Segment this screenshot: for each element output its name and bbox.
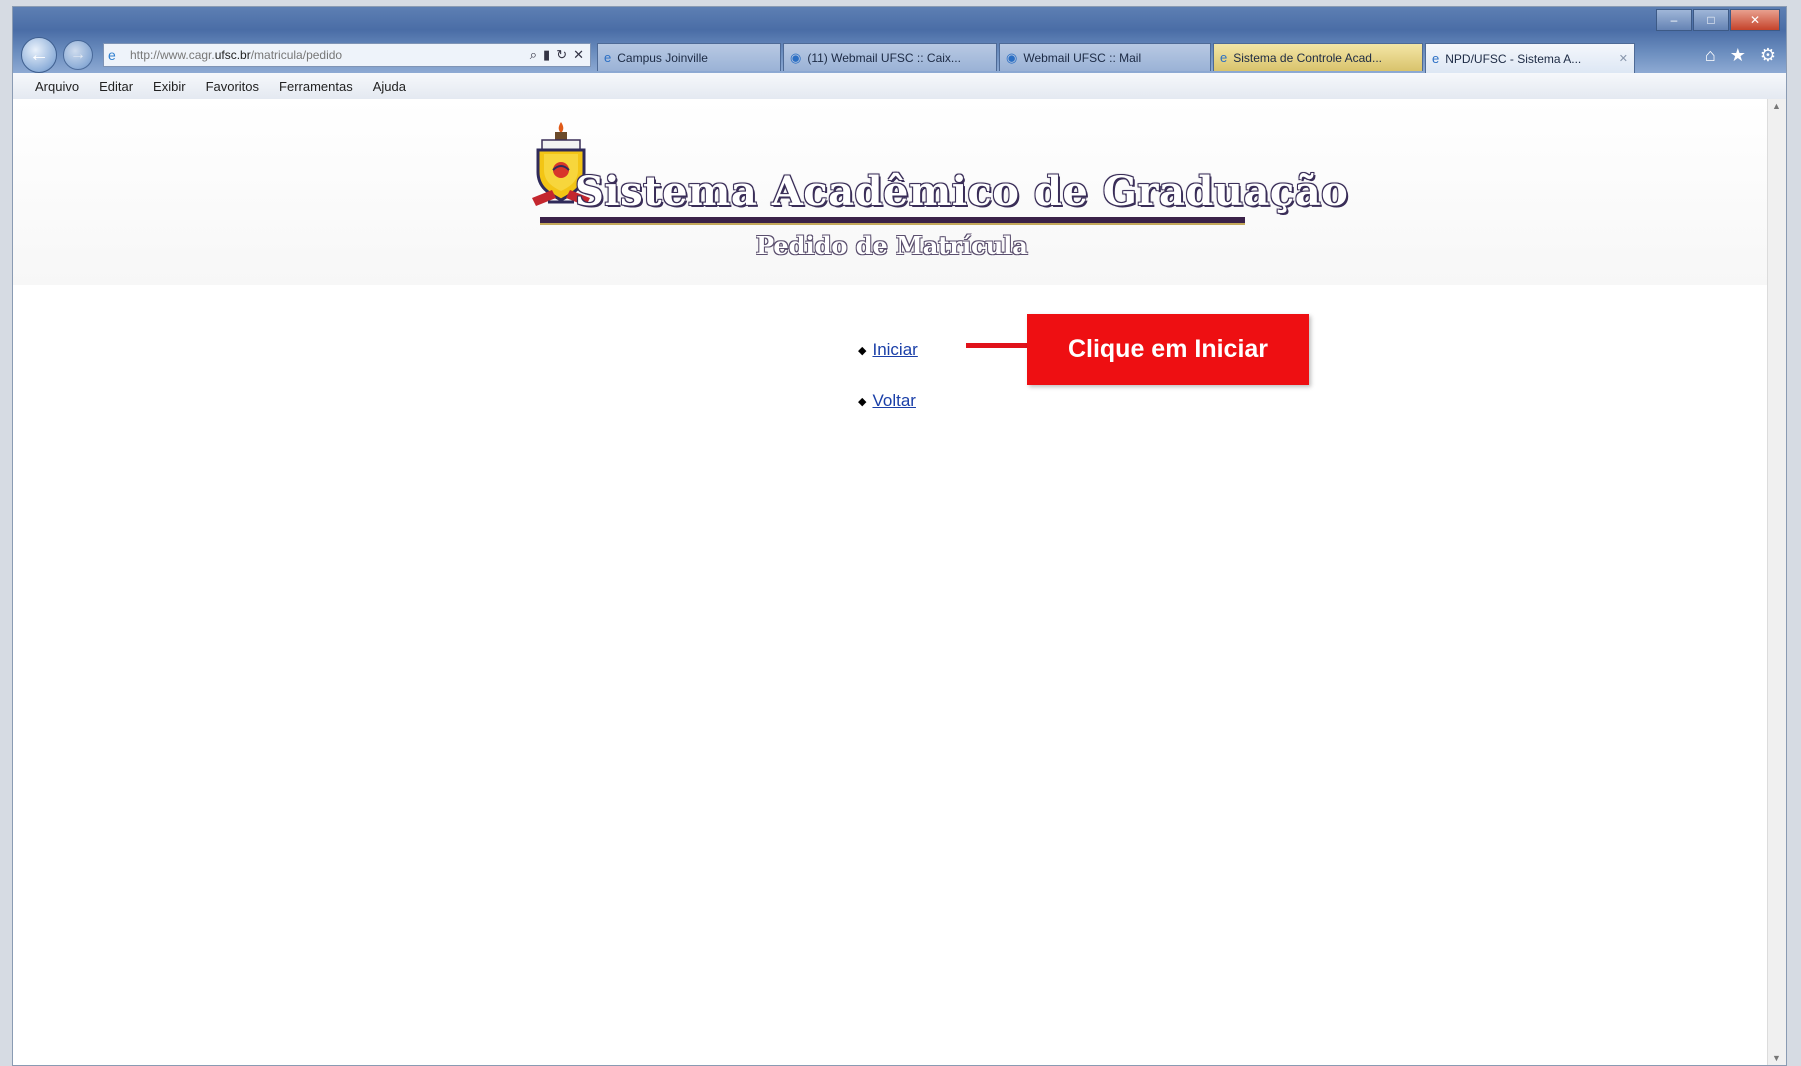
back-link-row: ◆ Voltar — [858, 391, 916, 411]
scroll-up-icon[interactable]: ▲ — [1772, 101, 1781, 111]
tab-label: NPD/UFSC - Sistema A... — [1445, 51, 1582, 66]
refresh-icon[interactable]: ↻ — [556, 47, 567, 63]
webmail-tab-icon: ◉ — [790, 49, 802, 65]
address-url[interactable]: http://www.cagr.ufsc.br/matricula/pedido — [130, 48, 530, 62]
ie-tab-icon: e — [1220, 50, 1228, 65]
instruction-callout: Clique em Iniciar — [1027, 314, 1309, 385]
scroll-down-icon[interactable]: ▼ — [1772, 1053, 1781, 1063]
back-link[interactable]: Voltar — [872, 391, 915, 411]
menu-exibir[interactable]: Exibir — [153, 79, 186, 94]
back-button[interactable]: ← — [21, 37, 57, 73]
gear-icon[interactable]: ⚙ — [1760, 45, 1776, 66]
diamond-bullet-icon: ◆ — [858, 344, 867, 357]
close-tab-icon[interactable]: ✕ — [1619, 52, 1628, 65]
page-title: Sistema Acadêmico de Graduação — [575, 168, 1349, 215]
tab-npd-ufsc[interactable]: e NPD/UFSC - Sistema A... ✕ — [1425, 43, 1635, 73]
menu-ajuda[interactable]: Ajuda — [373, 79, 406, 94]
window-controls: – □ ✕ — [1655, 9, 1780, 31]
title-divider — [540, 217, 1245, 225]
home-icon[interactable]: ⌂ — [1705, 45, 1716, 66]
menu-favoritos[interactable]: Favoritos — [206, 79, 259, 94]
callout-pointer — [966, 343, 1028, 348]
page-subtitle: Pedido de Matrícula — [756, 231, 1028, 260]
ie-tab-icon: e — [1432, 51, 1440, 66]
tab-label: Sistema de Controle Acad... — [1233, 50, 1382, 65]
start-link[interactable]: Iniciar — [872, 340, 917, 360]
start-link-row: ◆ Iniciar — [858, 340, 918, 360]
address-bar[interactable]: e http://www.cagr.ufsc.br/matricula/pedi… — [103, 43, 591, 67]
compatibility-icon[interactable]: ▮ — [543, 47, 550, 63]
menu-editar[interactable]: Editar — [99, 79, 133, 94]
close-window-icon[interactable]: ✕ — [1730, 9, 1780, 31]
tab-label: Webmail UFSC :: Mail — [1023, 50, 1142, 65]
search-icon[interactable]: ⌕ — [530, 47, 537, 63]
tab-label: (11) Webmail UFSC :: Caix... — [807, 50, 961, 65]
vertical-scrollbar[interactable]: ▲ ▼ — [1767, 99, 1786, 1065]
tab-row: e Campus Joinville ◉ (11) Webmail UFSC :… — [597, 43, 1637, 73]
tab-webmail-inbox[interactable]: ◉ (11) Webmail UFSC :: Caix... — [783, 43, 997, 71]
menu-ferramentas[interactable]: Ferramentas — [279, 79, 353, 94]
minimize-icon[interactable]: – — [1656, 9, 1692, 31]
menu-bar: Arquivo Editar Exibir Favoritos Ferramen… — [13, 73, 1786, 100]
tab-campus-joinville[interactable]: e Campus Joinville — [597, 43, 781, 71]
webmail-tab-icon: ◉ — [1006, 49, 1018, 65]
maximize-icon[interactable]: □ — [1693, 9, 1729, 31]
stop-icon[interactable]: ✕ — [573, 47, 584, 63]
tab-label: Campus Joinville — [617, 50, 708, 65]
diamond-bullet-icon: ◆ — [858, 395, 867, 408]
menu-arquivo[interactable]: Arquivo — [35, 79, 79, 94]
browser-toolbar: – □ ✕ ← → e http://www.cagr.ufsc.br/matr… — [13, 7, 1786, 73]
ie-tab-icon: e — [604, 50, 612, 65]
tab-sistema-controle[interactable]: e Sistema de Controle Acad... — [1213, 43, 1423, 71]
forward-button[interactable]: → — [63, 40, 93, 70]
ie-page-icon: e — [108, 47, 116, 63]
favorites-star-icon[interactable]: ★ — [1730, 45, 1746, 66]
tab-webmail-mail[interactable]: ◉ Webmail UFSC :: Mail — [999, 43, 1211, 71]
browser-right-icons: ⌂ ★ ⚙ — [1705, 45, 1776, 66]
browser-window: – □ ✕ ← → e http://www.cagr.ufsc.br/matr… — [12, 6, 1787, 1066]
